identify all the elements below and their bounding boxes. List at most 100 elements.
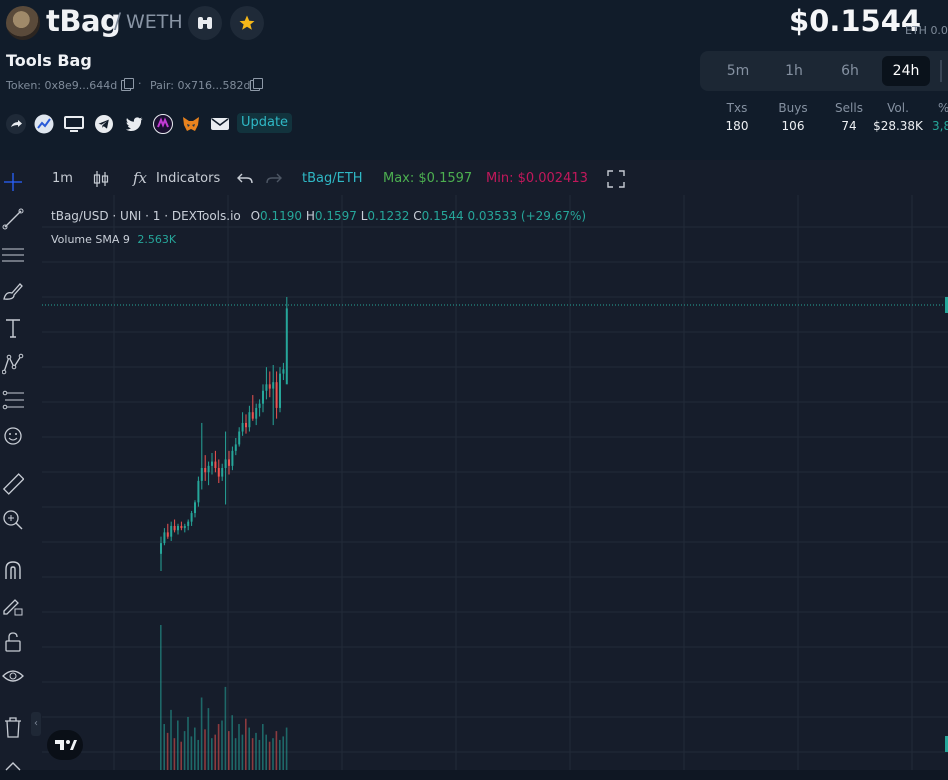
candle [258, 403, 261, 408]
volume-bar [224, 686, 227, 770]
fx-icon: fx [133, 169, 148, 187]
timeframe-24h[interactable]: 24h [882, 56, 930, 86]
star-icon [239, 15, 255, 30]
fib-tool-icon[interactable] [2, 389, 24, 411]
interval-selector[interactable]: 1m [52, 171, 73, 186]
candle [234, 444, 237, 451]
brush-icon[interactable] [2, 281, 24, 303]
legend-o-label: O [250, 209, 261, 223]
text-tool-icon[interactable] [2, 317, 24, 339]
telegram-icon[interactable] [94, 114, 114, 134]
volume-bar [238, 724, 240, 770]
legend-change: 0.03533 (+29.67%) [467, 209, 587, 223]
candle [224, 459, 227, 469]
volume-bar [248, 727, 250, 770]
token-symbol: tBag [46, 4, 121, 38]
email-icon[interactable] [210, 114, 230, 134]
binoculars-icon [198, 17, 212, 29]
zoom-in-icon[interactable] [2, 509, 24, 531]
multichain-icon[interactable] [153, 114, 173, 134]
update-button[interactable]: Update [237, 113, 292, 133]
chevron-up-icon[interactable] [2, 758, 24, 780]
max-price: Max: $0.1597 [383, 171, 473, 186]
legend-title: tBag/USD · UNI · 1 · DEXTools.io [51, 209, 241, 223]
candle [262, 390, 264, 404]
token-logo [6, 6, 40, 40]
candle [200, 468, 203, 481]
volume-bar [183, 731, 186, 770]
volume-bar [173, 738, 176, 770]
volume-bar [166, 732, 169, 770]
indicators-button[interactable]: Indicators [156, 171, 220, 186]
candle [228, 459, 230, 466]
legend-high: 0.1597 [314, 209, 357, 223]
tradingview-logo [47, 730, 83, 760]
pattern-icon[interactable] [2, 353, 24, 375]
crosshair-icon[interactable] [2, 171, 24, 193]
binoculars-button[interactable] [188, 6, 222, 40]
candle [275, 382, 278, 408]
monitor-icon[interactable] [64, 114, 84, 134]
candle [180, 525, 183, 529]
stat-txs-label: Txs [726, 101, 748, 115]
usd-price: $0.1544 [789, 4, 922, 38]
metamask-icon[interactable] [181, 114, 201, 134]
twitter-icon[interactable] [124, 114, 144, 134]
candle [211, 461, 213, 466]
candle [285, 308, 288, 385]
price-chart[interactable] [42, 195, 948, 770]
volume-bar [187, 716, 189, 770]
volume-bar [251, 738, 254, 770]
stat-pct-value: 3,8 [932, 119, 948, 133]
undo-icon[interactable] [237, 172, 253, 186]
volume-bar [258, 739, 261, 770]
emoji-icon[interactable] [2, 425, 24, 447]
candle [268, 384, 271, 389]
volume-value: 2.563K [137, 233, 177, 246]
candle [245, 422, 247, 428]
min-price: Min: $0.002413 [486, 171, 588, 186]
candle [214, 461, 217, 469]
legend-low: 0.1232 [367, 209, 410, 223]
candle [248, 412, 251, 428]
legend-h-label: H [305, 209, 315, 223]
pair-switch-button[interactable]: tBag/ETH [302, 171, 363, 186]
pair-separator: / [114, 9, 122, 33]
horizontal-lines-icon[interactable] [2, 244, 24, 266]
collapse-toolbar-button[interactable]: ‹ [31, 712, 41, 736]
volume-bar [262, 724, 264, 770]
timeframe-1h[interactable]: 1h [770, 56, 818, 86]
volume-bar [180, 741, 182, 770]
stat-vol-value: $28.38K [873, 119, 923, 133]
chart-grid [42, 195, 948, 770]
trendline-icon[interactable] [2, 208, 24, 230]
ruler-icon[interactable] [2, 473, 24, 495]
legend-c-label: C [413, 209, 422, 223]
copy-pair-icon[interactable] [250, 78, 263, 91]
lock-drawing-icon[interactable] [2, 595, 24, 617]
volume-bar [217, 724, 220, 770]
stat-vol-label: Vol. [887, 101, 909, 115]
copy-token-icon[interactable] [121, 78, 134, 91]
volume-bar [204, 729, 206, 770]
trash-icon[interactable] [2, 716, 24, 738]
unlock-icon[interactable] [2, 631, 24, 653]
timeframe-6h[interactable]: 6h [826, 56, 874, 86]
fullscreen-icon[interactable] [607, 170, 625, 188]
candle-style-icon[interactable] [92, 170, 110, 188]
timeframe-5m[interactable]: 5m [714, 56, 762, 86]
redo-icon[interactable] [266, 172, 282, 186]
candle [197, 480, 200, 503]
magnet-icon[interactable] [2, 559, 24, 581]
candle [279, 373, 281, 408]
stat-sells-label: Sells [835, 101, 863, 115]
chart-icon[interactable] [34, 114, 54, 134]
share-icon[interactable] [6, 114, 26, 134]
candle [173, 525, 176, 531]
volume-bar [285, 727, 288, 770]
visibility-icon[interactable] [2, 665, 24, 687]
favorite-button[interactable] [230, 6, 264, 40]
candle [194, 502, 196, 514]
quote-symbol: WETH [126, 11, 183, 33]
candle [265, 384, 268, 391]
